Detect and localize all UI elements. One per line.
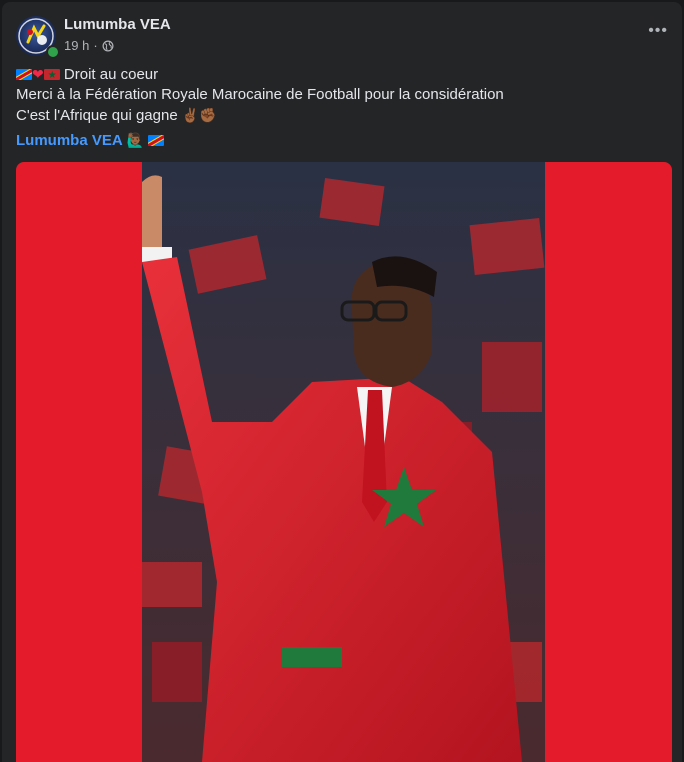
post-line-3: C'est l'Afrique qui gagne ✌🏾✊🏾 bbox=[16, 105, 668, 126]
morocco-flag-icon bbox=[43, 69, 60, 80]
dr-congo-flag-icon bbox=[16, 69, 32, 80]
post-line-1-text: Droit au coeur bbox=[63, 66, 159, 83]
post-line-1: ❤ Droit au coeur bbox=[16, 64, 668, 85]
post-line-2: Merci à la Fédération Royale Marocaine d… bbox=[16, 86, 504, 103]
mention-name[interactable]: Lumumba VEA bbox=[16, 132, 123, 149]
mention-link[interactable]: Lumumba VEA 🙋🏾‍♂️ bbox=[16, 132, 165, 149]
heart-icon: ❤ bbox=[32, 66, 44, 82]
post-card: Lumumba VEA 19 h · ••• ❤ Droit au coeur … bbox=[2, 2, 682, 762]
post-text: ❤ Droit au coeur Merci à la Fédération R… bbox=[16, 64, 668, 126]
victory-fist-emoji: ✌🏾✊🏾 bbox=[181, 107, 217, 123]
raised-hand bbox=[142, 175, 162, 252]
meta-separator: · bbox=[93, 38, 98, 53]
author-name[interactable]: Lumumba VEA bbox=[64, 16, 171, 33]
globe-icon[interactable] bbox=[102, 40, 114, 52]
green-belt bbox=[282, 647, 342, 667]
raising-hand-emoji: 🙋🏾‍♂️ bbox=[126, 132, 145, 148]
post-time[interactable]: 19 h bbox=[64, 38, 89, 53]
post-line-3-text: C'est l'Afrique qui gagne bbox=[16, 107, 178, 124]
post-meta: 19 h · bbox=[64, 38, 114, 53]
dr-congo-flag-icon bbox=[148, 135, 165, 146]
more-options-button[interactable]: ••• bbox=[648, 22, 668, 40]
post-photo bbox=[142, 162, 545, 762]
online-status-indicator bbox=[46, 45, 60, 59]
post-image[interactable] bbox=[16, 162, 672, 762]
